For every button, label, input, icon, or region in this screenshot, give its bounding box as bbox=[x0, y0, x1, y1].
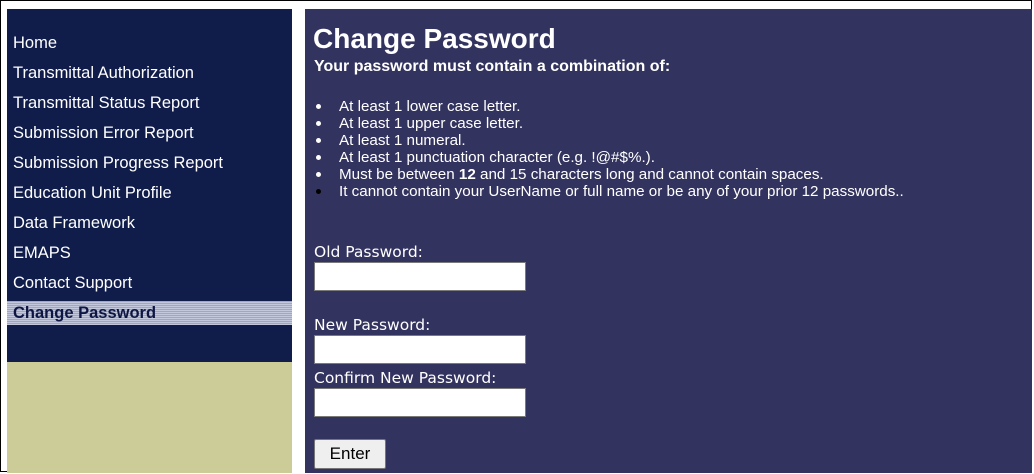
sidebar: Home Transmittal Authorization Transmitt… bbox=[7, 9, 292, 473]
sidebar-item-change-password[interactable]: Change Password bbox=[7, 301, 292, 325]
list-item: At least 1 numeral. bbox=[315, 132, 904, 149]
sidebar-item-home[interactable]: Home bbox=[7, 31, 292, 55]
requirements-heading: Your password must contain a combination… bbox=[314, 58, 671, 75]
old-password-input[interactable] bbox=[314, 262, 526, 291]
bullet-icon bbox=[316, 189, 321, 194]
new-password-input[interactable] bbox=[314, 335, 526, 364]
bullet-icon bbox=[316, 172, 321, 177]
enter-button[interactable]: Enter bbox=[314, 439, 386, 469]
bullet-icon bbox=[316, 155, 321, 160]
sidebar-item-submission-progress-report[interactable]: Submission Progress Report bbox=[7, 151, 292, 175]
sidebar-item-transmittal-authorization[interactable]: Transmittal Authorization bbox=[7, 61, 292, 85]
bullet-icon bbox=[316, 104, 321, 109]
sidebar-item-emaps[interactable]: EMAPS bbox=[7, 241, 292, 265]
list-item: At least 1 upper case letter. bbox=[315, 115, 904, 132]
sidebar-item-contact-support[interactable]: Contact Support bbox=[7, 271, 292, 295]
column-divider bbox=[292, 9, 305, 473]
password-requirements-list: At least 1 lower case letter. At least 1… bbox=[315, 98, 904, 200]
sidebar-item-data-framework[interactable]: Data Framework bbox=[7, 211, 292, 235]
old-password-label: Old Password: bbox=[314, 243, 423, 261]
confirm-password-label: Confirm New Password: bbox=[314, 369, 497, 387]
sidebar-nav: Home Transmittal Authorization Transmitt… bbox=[7, 9, 292, 362]
new-password-label: New Password: bbox=[314, 316, 431, 334]
page-title: Change Password bbox=[313, 23, 556, 54]
sidebar-filler bbox=[7, 362, 292, 473]
confirm-password-input[interactable] bbox=[314, 388, 526, 417]
sidebar-item-submission-error-report[interactable]: Submission Error Report bbox=[7, 121, 292, 145]
list-item: At least 1 lower case letter. bbox=[315, 98, 904, 115]
sidebar-item-education-unit-profile[interactable]: Education Unit Profile bbox=[7, 181, 292, 205]
main-content: Change Password Your password must conta… bbox=[305, 9, 1032, 473]
list-item: Must be between 12 and 15 characters lon… bbox=[315, 166, 904, 183]
list-item: At least 1 punctuation character (e.g. !… bbox=[315, 149, 904, 166]
bullet-icon bbox=[316, 138, 321, 143]
bullet-icon bbox=[316, 121, 321, 126]
sidebar-item-transmittal-status-report[interactable]: Transmittal Status Report bbox=[7, 91, 292, 115]
list-item: It cannot contain your UserName or full … bbox=[315, 183, 904, 200]
